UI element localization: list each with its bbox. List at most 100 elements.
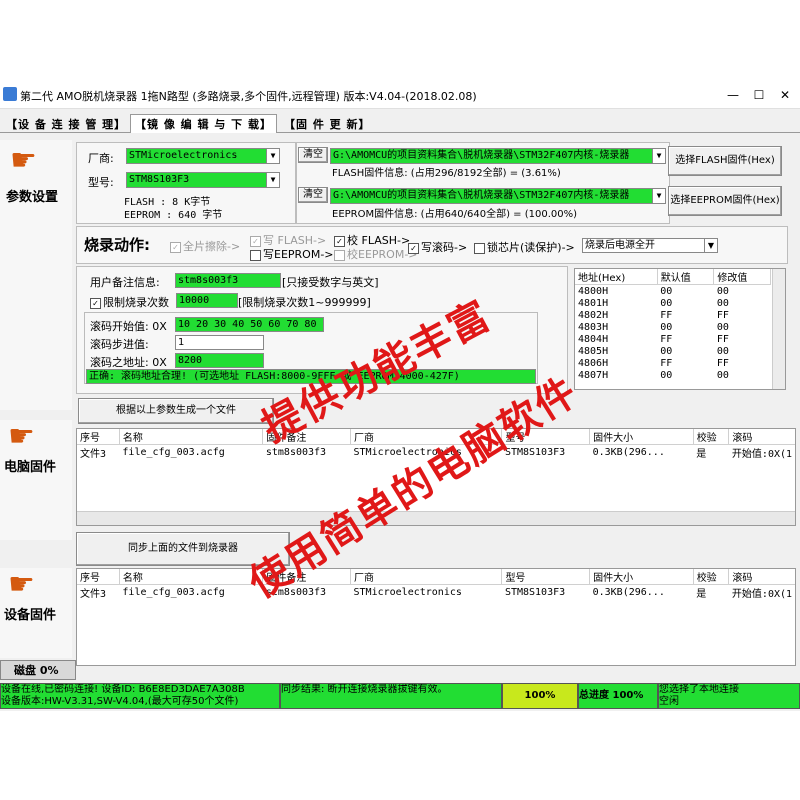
sidebar-params [0, 140, 72, 410]
vendor-select-value: STMicroelectronics [129, 150, 238, 161]
table-cell: FF [716, 357, 729, 369]
table-row[interactable]: 文件3 file_cfg_003.acfg stm8s003f3 STMicroele… [77, 585, 795, 600]
file-col-header[interactable]: 厂商 [350, 569, 503, 585]
select-eeprom-firmware-button[interactable]: 选择EEPROM固件(Hex) [668, 186, 782, 216]
total-progress-cell: 总进度 100% [578, 683, 658, 709]
lock-chip-label: 锁芯片(读保护)-> [487, 241, 575, 254]
table-cell: 00 [660, 345, 673, 357]
sidebar-label-device-firmware[interactable]: 设备固件 [4, 604, 56, 623]
table-cell: FF [660, 357, 673, 369]
file-col-header[interactable]: 序号 [77, 569, 120, 585]
lock-chip-checkbox[interactable]: 锁芯片(读保护)-> [474, 239, 575, 255]
table-cell: 00 [716, 345, 729, 357]
tab-firmware-update[interactable]: 【固 件 更 新】 [284, 116, 371, 132]
sync-result-text: 同步结果: 断开连接烧录器拔键有效。 [280, 683, 502, 709]
generate-file-button[interactable]: 根据以上参数生成一个文件 [78, 398, 274, 424]
table-cell: 0.3KB(296... [592, 587, 665, 598]
device-status-cell: 设备在线,已密码连接! 设备ID: B6E8ED3DAE7A308B 设备版本:… [0, 683, 280, 709]
full-erase-checkbox[interactable]: ✓ 全片擦除-> [170, 238, 240, 254]
roll-addr-input[interactable]: 8200 [175, 353, 264, 368]
table-row[interactable]: 4807H 00 00 [575, 369, 771, 381]
vendor-select[interactable]: STMicroelectronics ▼ [126, 148, 280, 164]
addr-col-header[interactable]: 地址(Hex) [575, 269, 658, 285]
table-row[interactable]: 4800H 00 00 [575, 285, 771, 298]
table-row[interactable]: 4806H FF FF [575, 357, 771, 369]
app-icon [3, 87, 17, 101]
clear-eeprom-button[interactable]: 清空 [298, 187, 328, 203]
maximize-button[interactable]: ☐ [748, 87, 770, 103]
full-erase-label: 全片擦除-> [183, 240, 241, 253]
clear-flash-button[interactable]: 清空 [298, 147, 328, 163]
file-col-header[interactable]: 序号 [77, 429, 120, 445]
note-input[interactable]: stm8s003f3 [175, 273, 281, 288]
horizontal-scrollbar[interactable] [77, 511, 795, 525]
limit-hint: [限制烧录次数1~999999] [238, 296, 371, 309]
table-cell: 是 [696, 449, 707, 460]
table-cell: file_cfg_003.acfg [122, 447, 225, 458]
vendor-label: 厂商: [88, 152, 114, 165]
table-cell: 00 [660, 321, 673, 333]
table-cell: 是 [696, 589, 707, 600]
table-cell: 4806H [578, 357, 609, 369]
verify-eeprom-checkbox[interactable]: 校EEPROM-> [334, 246, 418, 262]
table-cell: 4802H [578, 309, 609, 321]
window-title: 第二代 AMO脱机烧录器 1拖N路型 (多路烧录,多个固件,远程管理) 版本:V… [20, 90, 477, 103]
sidebar-label-pc-firmware[interactable]: 电脑固件 [4, 456, 56, 475]
pointing-hand-icon: ☛ [8, 567, 35, 602]
table-row[interactable]: 4803H 00 00 [575, 321, 771, 333]
roll-start-label: 滚码开始值: 0X [90, 320, 167, 333]
sidebar-label-params[interactable]: 参数设置 [6, 186, 58, 205]
roll-start-input[interactable]: 10 20 30 40 50 60 70 80 [175, 317, 324, 332]
table-cell: FF [660, 333, 673, 345]
table-cell: 00 [716, 321, 729, 333]
default-col-header[interactable]: 默认值 [657, 269, 715, 285]
limit-input[interactable]: 10000 [176, 293, 238, 308]
tab-image-edit[interactable]: 【镜 像 编 辑 与 下 载】 [130, 114, 277, 133]
eeprom-path-select[interactable]: G:\AMOMCU的项目资料集合\脱机烧录器\STM32F407内核-烧录器 ▼ [330, 188, 666, 204]
tab-device-connect[interactable]: 【设 备 连 接 管 理】 [6, 116, 126, 132]
model-select[interactable]: STM8S103F3 ▼ [126, 172, 280, 188]
after-burn-select[interactable]: 烧录后电源全开 ▼ [582, 238, 718, 253]
file-col-header[interactable]: 名称 [119, 429, 264, 445]
flash-firmware-info: FLASH固件信息: (占用296/8192全部) = (3.61%) [332, 168, 561, 179]
file-col-header[interactable]: 校验 [693, 569, 730, 585]
write-eeprom-checkbox[interactable]: 写EEPROM-> [250, 246, 334, 262]
table-row[interactable]: 4801H 00 00 [575, 297, 771, 309]
roll-step-input[interactable]: 1 [175, 335, 264, 350]
file-col-header[interactable]: 固件大小 [589, 569, 694, 585]
limit-label: 限制烧录次数 [103, 296, 169, 309]
eeprom-size-info: EEPROM : 640 字节 [124, 210, 223, 221]
total-progress-label: 总进度 [579, 690, 609, 701]
chevron-down-icon: ▼ [704, 239, 717, 252]
table-row[interactable]: 4804H FF FF [575, 333, 771, 345]
verify-eeprom-label: 校EEPROM-> [347, 248, 418, 261]
chevron-down-icon: ▼ [652, 149, 665, 163]
modify-col-header[interactable]: 修改值 [713, 269, 771, 285]
file-col-header[interactable]: 型号 [501, 569, 591, 585]
close-button[interactable]: ✕ [774, 87, 796, 103]
table-cell: FF [660, 309, 673, 321]
file-col-header[interactable]: 滚码 [728, 429, 795, 445]
table-cell: 开始值:0X(1 [731, 449, 793, 460]
table-cell: 4805H [578, 345, 609, 357]
file-col-header[interactable]: 名称 [119, 569, 264, 585]
flash-path-select[interactable]: G:\AMOMCU的项目资料集合\脱机烧录器\STM32F407内核-烧录器 ▼ [330, 148, 666, 164]
table-row[interactable]: 4805H 00 00 [575, 345, 771, 357]
vertical-scrollbar[interactable] [772, 269, 785, 389]
select-flash-firmware-button[interactable]: 选择FLASH固件(Hex) [668, 146, 782, 176]
table-cell: 00 [660, 285, 673, 297]
eeprom-firmware-info: EEPROM固件信息: (占用640/640全部) = (100.00%) [332, 209, 578, 220]
progress-cell: 100% [502, 683, 578, 709]
model-select-value: STM8S103F3 [129, 174, 190, 185]
file-col-header[interactable]: 固件大小 [589, 429, 694, 445]
table-cell: file_cfg_003.acfg [122, 587, 225, 598]
limit-checkbox[interactable]: ✓ 限制烧录次数 [90, 294, 169, 310]
note-hint: [只接受数字与英文] [282, 276, 379, 289]
minimize-button[interactable]: — [722, 87, 744, 103]
file-col-header[interactable]: 滚码 [728, 569, 795, 585]
write-roll-checkbox[interactable]: ✓ 写滚码-> [408, 239, 467, 255]
after-burn-value: 烧录后电源全开 [585, 240, 655, 251]
file-col-header[interactable]: 校验 [693, 429, 730, 445]
device-version-text: 设备版本:HW-V3.31,SW-V4.04,(最大可存50个文件) [1, 696, 239, 707]
table-row[interactable]: 4802H FF FF [575, 309, 771, 321]
